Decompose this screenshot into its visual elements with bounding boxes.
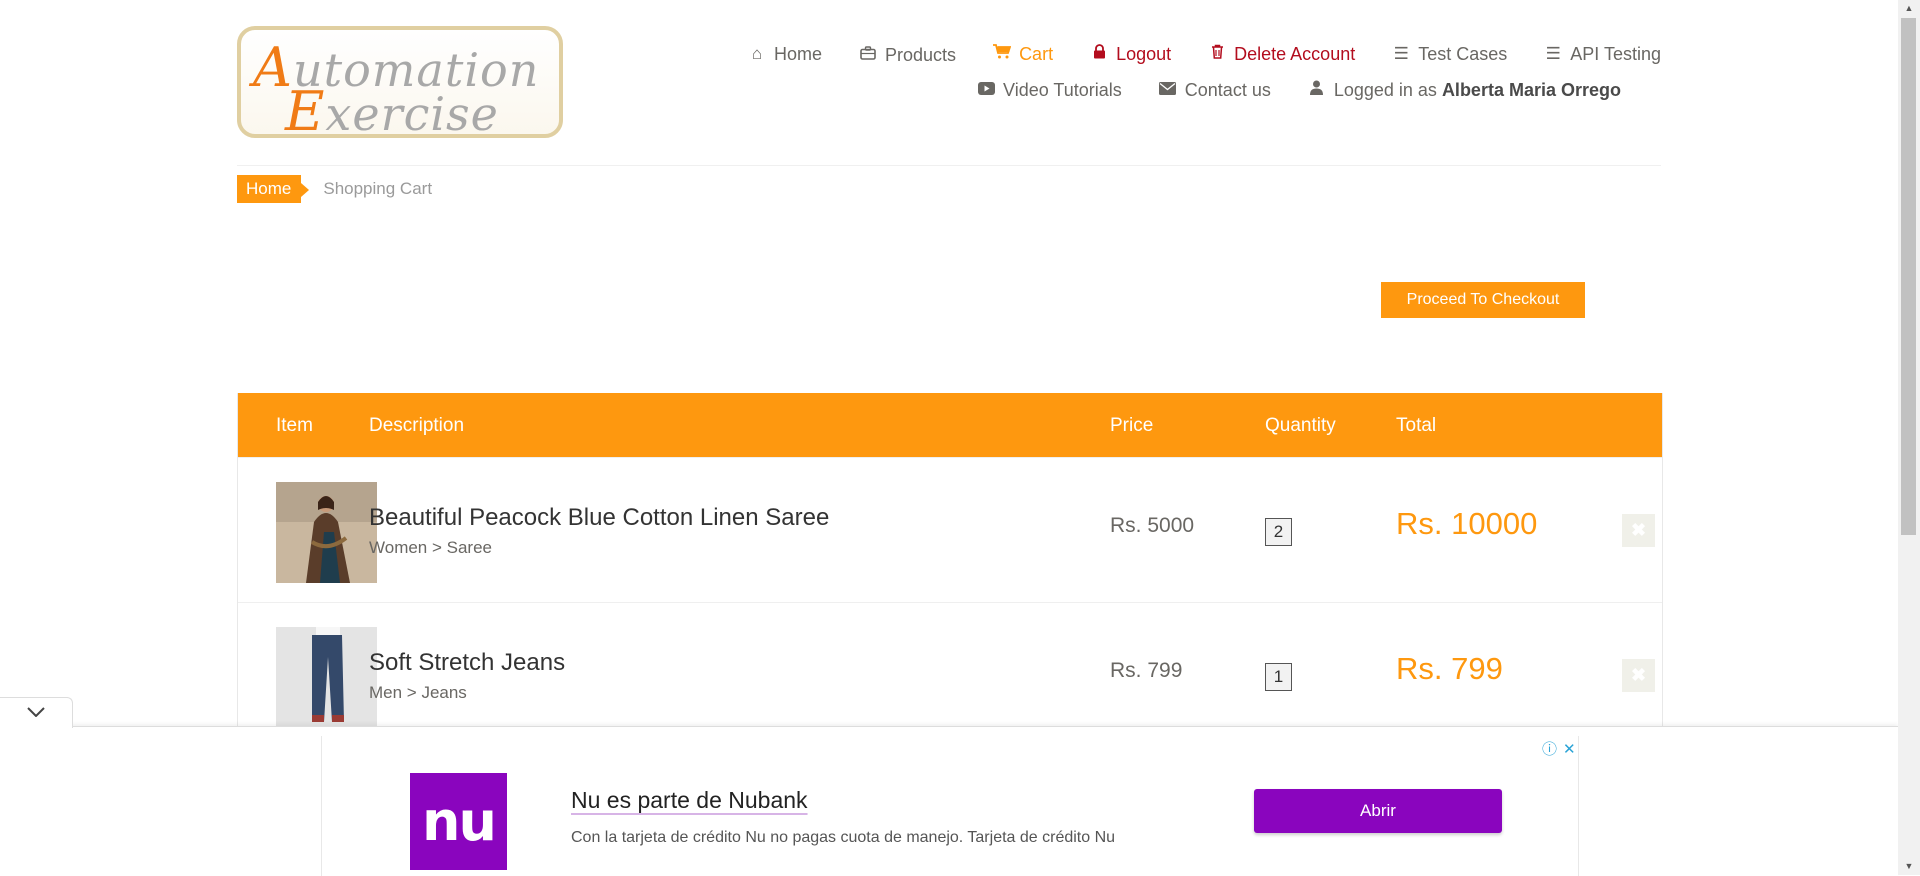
nav-delete-account-label: Delete Account (1234, 43, 1356, 64)
nav-video-tutorials-label: Video Tutorials (1003, 79, 1122, 100)
ad-logo[interactable]: nu (410, 773, 507, 870)
product-category: Men > Jeans (369, 683, 467, 702)
envelope-icon (1159, 80, 1177, 100)
logged-in-text: Logged in as Alberta Maria Orrego (1333, 79, 1621, 100)
nav-api-testing[interactable]: ☰ API Testing (1544, 44, 1661, 65)
info-icon[interactable]: ⓘ (1542, 738, 1557, 759)
chevron-down-icon (27, 704, 45, 722)
product-price: Rs. 799 (1110, 659, 1183, 682)
ad-content[interactable]: ⓘ ✕ nu Nu es parte de Nubank Con la tarj… (321, 736, 1579, 876)
lock-icon (1090, 44, 1108, 64)
ad-choices: ⓘ ✕ (1542, 738, 1576, 759)
breadcrumb-home[interactable]: Home (237, 175, 310, 203)
nav-contact-us-label: Contact us (1184, 79, 1271, 100)
nav-logged-in: Logged in as Alberta Maria Orrego (1308, 80, 1621, 101)
nav-test-cases-label: Test Cases (1418, 43, 1508, 64)
ad-banner: ⓘ ✕ nu Nu es parte de Nubank Con la tarj… (0, 726, 1898, 876)
nav-home-label: Home (774, 43, 823, 64)
close-icon: ✖ (1630, 665, 1647, 685)
nav-row-2: Video Tutorials Contact us Logged in as … (661, 72, 1661, 108)
product-total: Rs. 799 (1396, 651, 1503, 686)
product-price: Rs. 5000 (1110, 514, 1195, 537)
nav-products[interactable]: Products (859, 45, 956, 66)
header-description: Description (369, 415, 465, 436)
nav-row-1: ⌂ Home Products Cart Logout Delete Accou… (661, 36, 1661, 72)
product-category: Women > Saree (369, 538, 493, 557)
briefcase-icon (859, 45, 877, 65)
close-icon: ✖ (1630, 520, 1647, 540)
proceed-to-checkout-button[interactable]: Proceed To Checkout (1381, 282, 1585, 318)
ad-collapse-toggle[interactable] (0, 697, 73, 728)
home-icon: ⌂ (751, 44, 763, 63)
nav-home[interactable]: ⌂ Home (748, 44, 822, 65)
nav-logout[interactable]: Logout (1090, 44, 1171, 65)
product-image[interactable] (276, 482, 377, 583)
delete-item-button[interactable]: ✖ (1622, 514, 1655, 547)
trash-icon (1208, 44, 1226, 64)
scroll-thumb[interactable] (1901, 18, 1916, 535)
youtube-icon (977, 80, 995, 100)
product-quantity: 1 (1265, 663, 1292, 691)
nav-contact-us[interactable]: Contact us (1159, 80, 1271, 101)
cart-table: Item Description Price Quantity Total Be… (237, 393, 1663, 748)
breadcrumb-current: Shopping Cart (323, 179, 433, 198)
nav-cart-label: Cart (1019, 43, 1054, 64)
close-icon[interactable]: ✕ (1563, 740, 1576, 758)
main-nav: ⌂ Home Products Cart Logout Delete Accou… (661, 36, 1661, 108)
delete-item-button[interactable]: ✖ (1622, 659, 1655, 692)
product-image[interactable] (276, 627, 377, 728)
nav-video-tutorials[interactable]: Video Tutorials (977, 80, 1122, 101)
header-item: Item (276, 415, 313, 436)
user-icon (1308, 80, 1326, 100)
list-icon: ☰ (1393, 44, 1409, 63)
nav-delete-account[interactable]: Delete Account (1208, 44, 1355, 65)
product-name[interactable]: Soft Stretch Jeans (369, 649, 565, 677)
nav-logout-label: Logout (1116, 43, 1172, 64)
ad-title[interactable]: Nu es parte de Nubank (571, 787, 808, 814)
site-logo[interactable]: Automation Exercise (237, 26, 563, 143)
breadcrumb: Home Shopping Cart (237, 175, 432, 203)
product-name[interactable]: Beautiful Peacock Blue Cotton Linen Sare… (369, 504, 829, 532)
header-quantity: Quantity (1265, 415, 1336, 436)
nav-test-cases[interactable]: ☰ Test Cases (1392, 43, 1508, 65)
cart-icon (993, 44, 1012, 64)
scroll-up-arrow[interactable]: ▲ (1898, 0, 1920, 17)
scroll-down-arrow[interactable]: ▼ (1898, 858, 1920, 875)
header-price: Price (1110, 415, 1154, 436)
product-total: Rs. 10000 (1396, 506, 1538, 541)
nav-products-label: Products (885, 44, 957, 65)
table-row: Beautiful Peacock Blue Cotton Linen Sare… (238, 457, 1662, 602)
nav-cart[interactable]: Cart (993, 44, 1053, 65)
product-quantity: 2 (1265, 518, 1292, 546)
list-icon: ☰ (1545, 44, 1561, 63)
ad-open-button[interactable]: Abrir (1254, 789, 1502, 833)
header-total: Total (1396, 415, 1437, 436)
table-header: Item Description Price Quantity Total (238, 393, 1662, 457)
ad-description: Con la tarjeta de crédito Nu no pagas cu… (571, 829, 1116, 846)
logo-line-2: Exercise (285, 80, 499, 143)
page-scrollbar[interactable]: ▲ ▼ (1898, 0, 1920, 875)
nav-api-testing-label: API Testing (1570, 43, 1661, 64)
header-divider (237, 165, 1661, 166)
logged-in-username: Alberta Maria Orrego (1441, 79, 1621, 100)
